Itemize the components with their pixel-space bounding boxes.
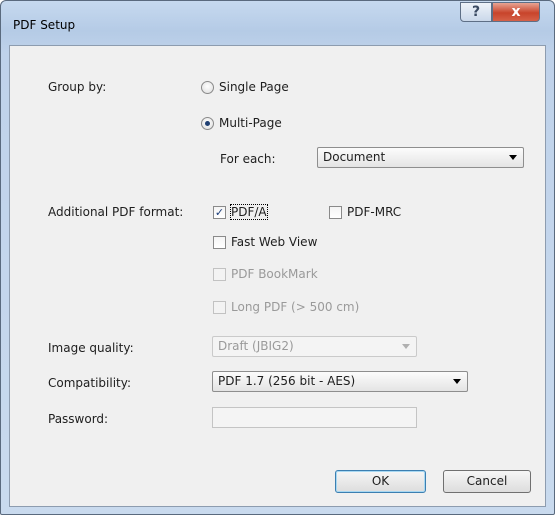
close-button[interactable]: x bbox=[492, 2, 540, 22]
pdf-a-label[interactable]: PDF/A bbox=[230, 204, 268, 220]
chevron-down-icon bbox=[509, 155, 517, 160]
fast-web-view-label[interactable]: Fast Web View bbox=[231, 235, 317, 249]
image-quality-value: Draft (JBIG2) bbox=[218, 339, 294, 353]
chevron-down-icon bbox=[402, 344, 410, 349]
compatibility-label: Compatibility: bbox=[48, 376, 132, 390]
password-field[interactable] bbox=[212, 407, 417, 428]
pdf-mrc-checkbox[interactable] bbox=[329, 206, 342, 219]
compatibility-value: PDF 1.7 (256 bit - AES) bbox=[218, 374, 356, 388]
long-pdf-label[interactable]: Long PDF (> 500 cm) bbox=[231, 300, 359, 314]
multi-page-label[interactable]: Multi-Page bbox=[219, 116, 282, 130]
compatibility-dropdown[interactable]: PDF 1.7 (256 bit - AES) bbox=[212, 371, 468, 392]
pdf-a-checkbox[interactable]: ✓ bbox=[213, 206, 226, 219]
dialog-title: PDF Setup bbox=[13, 18, 76, 32]
for-each-label: For each: bbox=[220, 152, 276, 166]
pdf-bookmark-checkbox[interactable] bbox=[213, 268, 226, 281]
image-quality-dropdown[interactable]: Draft (JBIG2) bbox=[212, 336, 417, 357]
ok-button[interactable]: OK bbox=[335, 470, 426, 493]
pdf-setup-dialog: PDF Setup ? x Group by: Single Page Mult… bbox=[0, 0, 555, 515]
single-page-label[interactable]: Single Page bbox=[219, 80, 289, 94]
group-by-label: Group by: bbox=[48, 80, 107, 94]
pdf-mrc-label[interactable]: PDF-MRC bbox=[347, 205, 401, 219]
dialog-client-area: Group by: Single Page Multi-Page For eac… bbox=[9, 45, 546, 507]
multi-page-radio[interactable] bbox=[201, 117, 214, 130]
help-button[interactable]: ? bbox=[460, 2, 492, 22]
for-each-dropdown[interactable]: Document bbox=[317, 147, 524, 168]
chevron-down-icon bbox=[453, 379, 461, 384]
cancel-button[interactable]: Cancel bbox=[443, 470, 531, 493]
for-each-value: Document bbox=[323, 150, 386, 164]
password-label: Password: bbox=[48, 412, 109, 426]
fast-web-view-checkbox[interactable] bbox=[213, 236, 226, 249]
long-pdf-checkbox[interactable] bbox=[213, 301, 226, 314]
pdf-bookmark-label[interactable]: PDF BookMark bbox=[231, 267, 318, 281]
single-page-radio[interactable] bbox=[201, 81, 214, 94]
image-quality-label: Image quality: bbox=[48, 341, 134, 355]
additional-pdf-format-label: Additional PDF format: bbox=[48, 205, 184, 219]
